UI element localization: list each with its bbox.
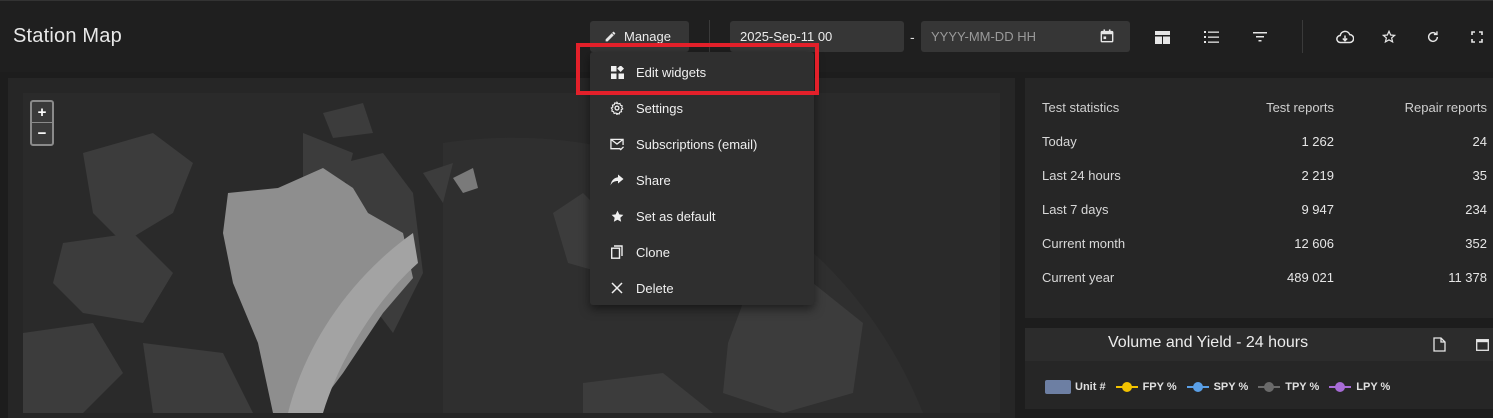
- widgets-icon: [610, 65, 624, 79]
- test-reports-cell: 2 219: [1301, 168, 1334, 183]
- table-row: Last 7 days 9 947 234: [1042, 202, 1493, 222]
- menu-item-label: Subscriptions (email): [636, 136, 758, 152]
- column-header: Test reports: [1266, 100, 1334, 115]
- zoom-control: + −: [30, 100, 54, 146]
- refresh-icon[interactable]: [1424, 28, 1442, 46]
- menu-item-delete[interactable]: Delete: [590, 270, 814, 306]
- repair-reports-cell: 11 378: [1448, 270, 1487, 285]
- repair-reports-cell: 35: [1472, 168, 1487, 183]
- legend-item-lpy[interactable]: LPY %: [1329, 381, 1390, 393]
- legend-swatch: [1258, 382, 1281, 392]
- gear-icon: [610, 101, 624, 115]
- menu-item-label: Edit widgets: [636, 64, 707, 80]
- maximize-icon[interactable]: [1476, 338, 1489, 356]
- menu-item-label: Set as default: [636, 208, 716, 224]
- table-row: Today 1 262 24: [1042, 134, 1493, 154]
- test-reports-cell: 1 262: [1301, 134, 1334, 149]
- legend-label: SPY %: [1213, 381, 1249, 393]
- legend-swatch: [1329, 382, 1352, 392]
- test-reports-cell: 9 947: [1301, 202, 1334, 217]
- repair-reports-cell: 24: [1472, 134, 1487, 149]
- period-cell: Current year: [1042, 270, 1115, 285]
- star-icon[interactable]: [1380, 28, 1398, 46]
- legend-label: LPY %: [1356, 381, 1391, 393]
- volume-yield-title: Volume and Yield - 24 hours: [1108, 334, 1309, 351]
- mail-icon: [610, 137, 624, 151]
- zoom-out-button[interactable]: −: [32, 123, 52, 144]
- date-to-input[interactable]: [921, 21, 1130, 52]
- table-row: Current year 489 021 11 378: [1042, 270, 1493, 290]
- legend-swatch: [1186, 382, 1209, 392]
- period-cell: Today: [1042, 134, 1077, 149]
- fullscreen-icon[interactable]: [1468, 28, 1486, 46]
- menu-item-clone[interactable]: Clone: [590, 234, 814, 270]
- menu-item-label: Settings: [636, 100, 683, 116]
- filter-icon[interactable]: [1251, 28, 1269, 46]
- column-header: Test statistics: [1042, 100, 1120, 115]
- date-from-input[interactable]: [730, 21, 904, 52]
- period-cell: Current month: [1042, 236, 1126, 251]
- list-icon[interactable]: [1202, 28, 1220, 46]
- legend-label: TPY %: [1285, 381, 1320, 393]
- close-icon: [610, 281, 624, 295]
- star-icon: [610, 209, 624, 223]
- column-header: Repair reports: [1404, 100, 1487, 115]
- test-reports-cell: 489 021: [1287, 270, 1334, 285]
- table-row: Last 24 hours 2 219 35: [1042, 168, 1493, 188]
- table-header: Test statistics Test reports Repair repo…: [1042, 100, 1493, 120]
- legend-item-spy[interactable]: SPY %: [1186, 381, 1249, 393]
- layout-icon[interactable]: [1153, 28, 1171, 46]
- menu-item-set-default[interactable]: Set as default: [590, 198, 814, 234]
- menu-item-edit-widgets[interactable]: Edit widgets: [590, 54, 814, 90]
- page-title: Station Map: [13, 25, 122, 47]
- test-reports-cell: 12 606: [1294, 236, 1334, 251]
- divider: [709, 20, 710, 53]
- copy-icon: [610, 245, 624, 259]
- menu-item-label: Share: [636, 172, 671, 188]
- zoom-in-button[interactable]: +: [32, 102, 52, 123]
- menu-item-settings[interactable]: Settings: [590, 90, 814, 126]
- chart-legend: Unit # FPY % SPY % TPY % LPY %: [1045, 378, 1400, 396]
- manage-label: Manage: [624, 29, 671, 44]
- legend-item-fpy[interactable]: FPY %: [1115, 381, 1177, 393]
- manage-menu: Edit widgets Settings Subscriptions (ema…: [590, 52, 814, 305]
- period-cell: Last 7 days: [1042, 202, 1109, 217]
- cloud-download-icon[interactable]: [1336, 28, 1354, 46]
- legend-label: Unit #: [1075, 381, 1106, 393]
- document-icon[interactable]: [1433, 337, 1446, 357]
- pencil-icon: [605, 31, 616, 42]
- calendar-icon[interactable]: [1100, 29, 1114, 48]
- legend-label: FPY %: [1142, 381, 1177, 393]
- map-land-svg: [23, 93, 1000, 413]
- legend-item-tpy[interactable]: TPY %: [1258, 381, 1319, 393]
- table-row: Current month 12 606 352: [1042, 236, 1493, 256]
- menu-item-subscriptions[interactable]: Subscriptions (email): [590, 126, 814, 162]
- menu-item-label: Delete: [636, 280, 674, 296]
- manage-button[interactable]: Manage: [590, 21, 689, 52]
- legend-swatch: [1115, 382, 1138, 392]
- menu-item-share[interactable]: Share: [590, 162, 814, 198]
- repair-reports-cell: 234: [1465, 202, 1487, 217]
- legend-item-unit[interactable]: Unit #: [1045, 380, 1106, 394]
- repair-reports-cell: 352: [1465, 236, 1487, 251]
- share-icon: [610, 173, 624, 187]
- divider: [1302, 20, 1303, 53]
- period-cell: Last 24 hours: [1042, 168, 1121, 183]
- menu-item-label: Clone: [636, 244, 670, 260]
- station-map[interactable]: [23, 93, 1000, 413]
- date-separator: -: [910, 29, 915, 45]
- legend-swatch: [1045, 380, 1071, 394]
